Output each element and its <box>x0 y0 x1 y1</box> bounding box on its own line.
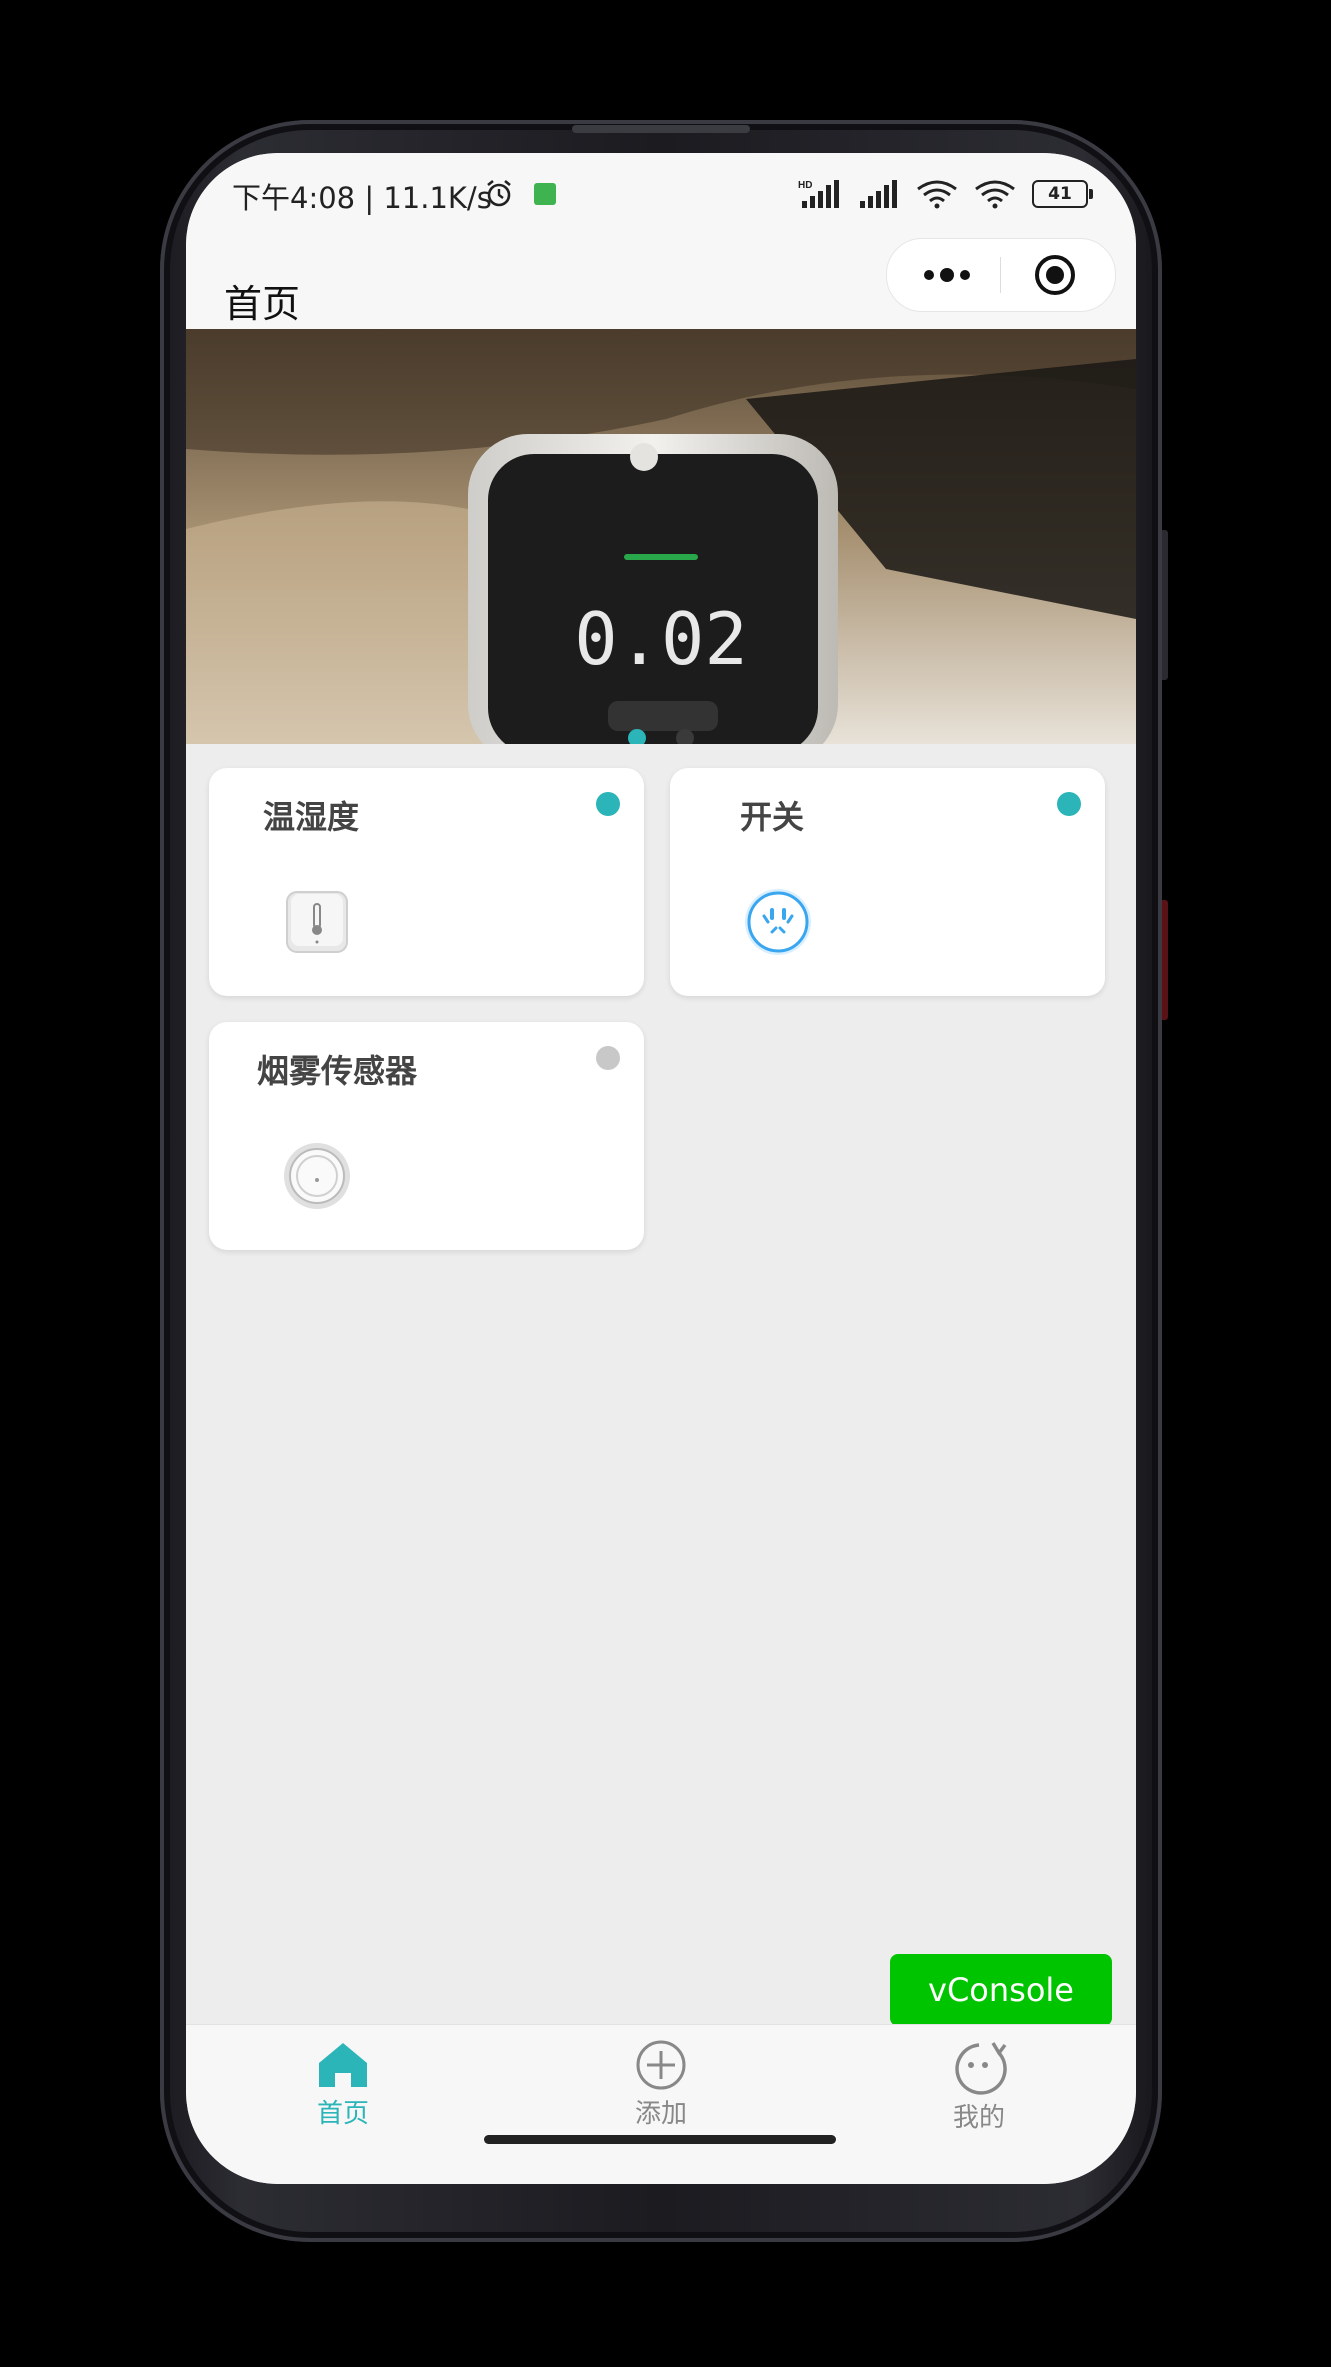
screen: 下午4:08 | 11.1K/s HD 41 首页 0.02 温湿度 开关 烟雾… <box>186 153 1136 2184</box>
status-bar: 下午4:08 | 11.1K/s HD 41 <box>186 153 1136 243</box>
android-notification-icon <box>534 183 556 205</box>
device-card-smoke-sensor[interactable]: 烟雾传感器 <box>209 1022 644 1250</box>
banner-image: 0.02 <box>186 329 1136 744</box>
smoke-detector-icon <box>284 1143 350 1209</box>
signal-icon <box>860 180 897 208</box>
device-card-temperature-humidity[interactable]: 温湿度 <box>209 768 644 996</box>
device-name: 温湿度 <box>263 798 360 836</box>
banner-carousel[interactable]: 0.02 <box>186 329 1136 744</box>
volume-button <box>1162 530 1168 680</box>
hd-label: HD <box>798 180 812 191</box>
mini-program-capsule <box>886 238 1116 312</box>
device-card-switch[interactable]: 开关 <box>670 768 1105 996</box>
vconsole-button[interactable]: vConsole <box>890 1954 1112 2026</box>
thermometer-sensor-icon <box>286 891 348 953</box>
home-indicator[interactable] <box>484 2135 836 2144</box>
add-circle-icon <box>636 2040 686 2090</box>
tab-label: 添加 <box>634 2099 687 2129</box>
status-time-speed: 下午4:08 | 11.1K/s <box>232 181 492 215</box>
device-name: 开关 <box>740 798 805 836</box>
page-title: 首页 <box>224 282 301 326</box>
carousel-dot-active[interactable] <box>628 729 646 744</box>
device-display-reading: 0.02 <box>574 597 747 681</box>
hd-signal-icon: HD <box>798 180 839 208</box>
tab-home[interactable]: 首页 <box>283 2039 403 2130</box>
profile-face-icon <box>955 2042 1007 2095</box>
device-name: 烟雾传感器 <box>257 1052 418 1090</box>
phone-speaker <box>572 125 750 133</box>
online-status-dot <box>1057 792 1081 816</box>
tab-mine[interactable]: 我的 <box>919 2039 1039 2134</box>
tab-label: 首页 <box>316 2099 369 2129</box>
more-dots-icon[interactable] <box>917 263 977 287</box>
status-icons: HD 41 <box>798 179 1093 209</box>
power-button <box>1162 900 1168 1020</box>
smart-plug-icon <box>745 889 811 955</box>
capsule-divider <box>1000 257 1001 293</box>
carousel-dots <box>186 729 1136 744</box>
alarm-icon <box>487 179 511 207</box>
tab-label: 我的 <box>952 2103 1005 2133</box>
close-target-icon[interactable] <box>1033 253 1077 297</box>
battery-indicator: 41 <box>1032 180 1093 208</box>
online-status-dot <box>596 792 620 816</box>
offline-status-dot <box>596 1046 620 1070</box>
carousel-dot[interactable] <box>676 729 694 744</box>
tab-add[interactable]: 添加 <box>601 2039 721 2130</box>
home-icon <box>319 2043 367 2087</box>
wifi-link-icon <box>917 180 957 209</box>
wifi-icon <box>975 180 1015 209</box>
tab-bar: 首页 添加 我的 <box>186 2024 1136 2184</box>
